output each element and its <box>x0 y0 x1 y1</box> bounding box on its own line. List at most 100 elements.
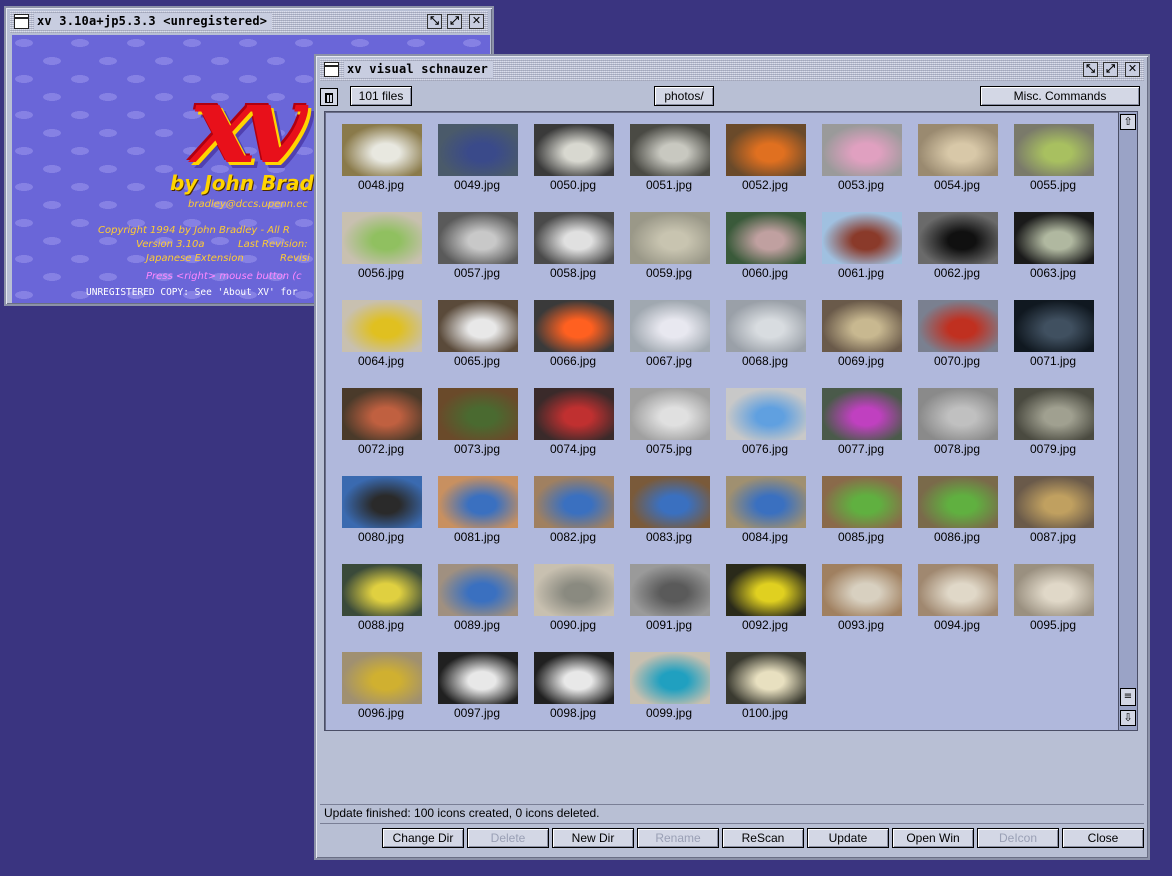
file-icon-cell[interactable]: 0096.jpg <box>333 650 429 730</box>
file-icon-cell[interactable]: 0049.jpg <box>429 122 525 210</box>
file-icon-cell[interactable]: 0068.jpg <box>717 298 813 386</box>
image-thumbnail[interactable] <box>630 388 710 440</box>
file-icon-cell[interactable]: 0066.jpg <box>525 298 621 386</box>
file-icon-cell[interactable]: 0081.jpg <box>429 474 525 562</box>
image-thumbnail[interactable] <box>726 388 806 440</box>
file-icon-cell[interactable]: 0087.jpg <box>1005 474 1101 562</box>
file-icon-cell[interactable]: 0065.jpg <box>429 298 525 386</box>
file-icon-cell[interactable]: 0093.jpg <box>813 562 909 650</box>
file-icon-cell[interactable]: 0064.jpg <box>333 298 429 386</box>
thumbnail-area[interactable]: 0048.jpg 0049.jpg 0050.jpg 0051.jpg 0052.jpg… <box>324 111 1138 731</box>
maximize-icon[interactable]: ⤢ <box>447 14 462 29</box>
file-icon-cell[interactable]: 0053.jpg <box>813 122 909 210</box>
file-icon-cell[interactable]: 0078.jpg <box>909 386 1005 474</box>
file-icon-cell[interactable]: 0089.jpg <box>429 562 525 650</box>
file-icon-cell[interactable]: 0098.jpg <box>525 650 621 730</box>
image-thumbnail[interactable] <box>438 124 518 176</box>
file-icon-cell[interactable]: 0097.jpg <box>429 650 525 730</box>
image-thumbnail[interactable] <box>438 388 518 440</box>
new-dir-button[interactable]: New Dir <box>552 828 634 848</box>
image-thumbnail[interactable] <box>1014 124 1094 176</box>
image-thumbnail[interactable] <box>1014 564 1094 616</box>
image-thumbnail[interactable] <box>438 212 518 264</box>
schnauzer-titlebar[interactable]: xv visual schnauzer ⤡ ⤢ ✕ <box>320 59 1144 81</box>
image-thumbnail[interactable] <box>726 564 806 616</box>
scroll-thumb[interactable]: ≡ <box>1120 688 1136 706</box>
image-thumbnail[interactable] <box>822 124 902 176</box>
image-thumbnail[interactable] <box>342 212 422 264</box>
file-icon-cell[interactable]: 0090.jpg <box>525 562 621 650</box>
file-icon-cell[interactable]: 0099.jpg <box>621 650 717 730</box>
maximize-icon[interactable]: ⤢ <box>1103 62 1118 77</box>
image-thumbnail[interactable] <box>726 476 806 528</box>
file-icon-cell[interactable]: 0080.jpg <box>333 474 429 562</box>
file-icon-cell[interactable]: 0056.jpg <box>333 210 429 298</box>
image-thumbnail[interactable] <box>726 300 806 352</box>
image-thumbnail[interactable] <box>918 564 998 616</box>
image-thumbnail[interactable] <box>822 388 902 440</box>
image-thumbnail[interactable] <box>918 212 998 264</box>
window-menu-icon[interactable] <box>324 62 339 77</box>
file-icon-cell[interactable]: 0083.jpg <box>621 474 717 562</box>
image-thumbnail[interactable] <box>342 388 422 440</box>
image-thumbnail[interactable] <box>822 476 902 528</box>
image-thumbnail[interactable] <box>918 476 998 528</box>
image-thumbnail[interactable] <box>534 388 614 440</box>
image-thumbnail[interactable] <box>1014 212 1094 264</box>
file-icon-cell[interactable]: 0050.jpg <box>525 122 621 210</box>
image-thumbnail[interactable] <box>534 212 614 264</box>
image-thumbnail[interactable] <box>534 124 614 176</box>
window-menu-icon[interactable] <box>14 14 29 29</box>
image-thumbnail[interactable] <box>822 300 902 352</box>
image-thumbnail[interactable] <box>726 212 806 264</box>
file-icon-cell[interactable]: 0091.jpg <box>621 562 717 650</box>
delete-button[interactable]: Delete <box>467 828 549 848</box>
image-thumbnail[interactable] <box>534 652 614 704</box>
image-thumbnail[interactable] <box>534 564 614 616</box>
image-thumbnail[interactable] <box>342 124 422 176</box>
file-icon-cell[interactable]: 0075.jpg <box>621 386 717 474</box>
file-icon-cell[interactable]: 0048.jpg <box>333 122 429 210</box>
close-button[interactable]: Close <box>1062 828 1144 848</box>
file-icon-cell[interactable]: 0052.jpg <box>717 122 813 210</box>
image-thumbnail[interactable] <box>726 124 806 176</box>
image-thumbnail[interactable] <box>630 124 710 176</box>
image-thumbnail[interactable] <box>342 564 422 616</box>
image-thumbnail[interactable] <box>438 476 518 528</box>
rename-button[interactable]: Rename <box>637 828 719 848</box>
image-thumbnail[interactable] <box>438 652 518 704</box>
file-icon-cell[interactable]: 0085.jpg <box>813 474 909 562</box>
file-icon-cell[interactable]: 0062.jpg <box>909 210 1005 298</box>
image-thumbnail[interactable] <box>1014 388 1094 440</box>
file-icon-cell[interactable]: 0059.jpg <box>621 210 717 298</box>
file-icon-cell[interactable]: 0069.jpg <box>813 298 909 386</box>
file-icon-cell[interactable]: 0094.jpg <box>909 562 1005 650</box>
image-thumbnail[interactable] <box>822 212 902 264</box>
file-icon-cell[interactable]: 0055.jpg <box>1005 122 1101 210</box>
image-thumbnail[interactable] <box>534 300 614 352</box>
file-icon-cell[interactable]: 0084.jpg <box>717 474 813 562</box>
file-icon-cell[interactable]: 0079.jpg <box>1005 386 1101 474</box>
trash-icon[interactable] <box>320 88 338 106</box>
image-thumbnail[interactable] <box>822 564 902 616</box>
file-icon-cell[interactable]: 0071.jpg <box>1005 298 1101 386</box>
change-dir-button[interactable]: Change Dir <box>382 828 464 848</box>
open-win-button[interactable]: Open Win <box>892 828 974 848</box>
file-icon-cell[interactable]: 0072.jpg <box>333 386 429 474</box>
image-thumbnail[interactable] <box>630 652 710 704</box>
file-icon-cell[interactable]: 0061.jpg <box>813 210 909 298</box>
update-button[interactable]: Update <box>807 828 889 848</box>
file-icon-cell[interactable]: 0076.jpg <box>717 386 813 474</box>
image-thumbnail[interactable] <box>630 212 710 264</box>
file-icon-cell[interactable]: 0070.jpg <box>909 298 1005 386</box>
image-thumbnail[interactable] <box>342 300 422 352</box>
minimize-icon[interactable]: ⤡ <box>1083 62 1098 77</box>
deiconify-button[interactable]: DeIcon <box>977 828 1059 848</box>
file-icon-cell[interactable]: 0092.jpg <box>717 562 813 650</box>
file-icon-cell[interactable]: 0082.jpg <box>525 474 621 562</box>
directory-menu-button[interactable]: photos/ <box>654 86 714 106</box>
file-icon-cell[interactable]: 0057.jpg <box>429 210 525 298</box>
scroll-up-arrow-icon[interactable]: ⇧ <box>1120 114 1136 130</box>
image-thumbnail[interactable] <box>1014 476 1094 528</box>
image-thumbnail[interactable] <box>630 300 710 352</box>
